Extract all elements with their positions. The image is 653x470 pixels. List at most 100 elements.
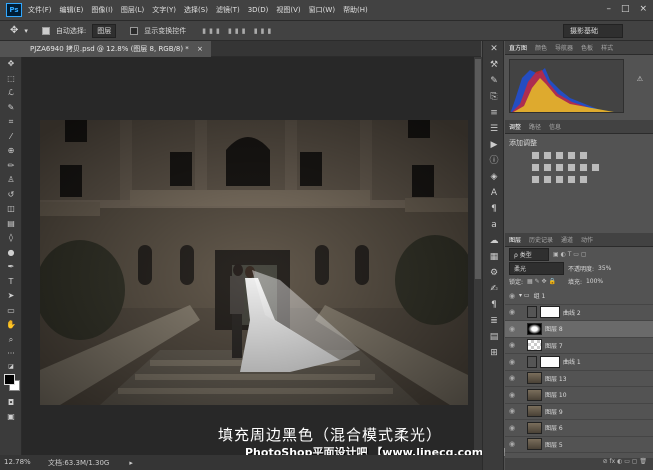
exposure-icon[interactable] bbox=[567, 151, 576, 160]
tab-styles[interactable]: 样式 bbox=[601, 43, 613, 52]
menu-help[interactable]: 帮助(H) bbox=[343, 5, 368, 15]
menu-3d[interactable]: 3D(D) bbox=[248, 6, 269, 14]
layer-kind-filter[interactable]: ρ 类型 bbox=[509, 247, 549, 261]
black-white-icon[interactable] bbox=[555, 163, 564, 172]
selective-color-icon[interactable] bbox=[579, 175, 588, 184]
menu-select[interactable]: 选择(S) bbox=[184, 5, 208, 15]
layer-row[interactable]: ◉ 图层 7 bbox=[505, 338, 653, 354]
layer-row[interactable]: ◉ ▾ ▭ 组 1 bbox=[505, 288, 653, 305]
tab-adjustments[interactable]: 调整 bbox=[509, 122, 521, 131]
layer-row[interactable]: ◉ 曲线 2 bbox=[505, 305, 653, 321]
brightness-icon[interactable] bbox=[531, 151, 540, 160]
menu-window[interactable]: 窗口(W) bbox=[309, 5, 335, 15]
cc-libraries-icon[interactable]: ☁ bbox=[483, 233, 505, 249]
vertical-scrollbar[interactable] bbox=[474, 57, 482, 455]
lock-icons[interactable]: ▦ ✎ ✥ 🔒 bbox=[527, 278, 556, 285]
align-icons[interactable]: ▮▮▮ ▮▮▮ ▮▮▮ bbox=[202, 27, 274, 35]
info-icon[interactable]: ⓘ bbox=[483, 153, 505, 169]
swatches-icon[interactable]: ▦ bbox=[483, 249, 505, 265]
marquee-tool-icon[interactable]: ⬚ bbox=[0, 72, 22, 87]
menu-file[interactable]: 文件(F) bbox=[28, 5, 52, 15]
layer-row[interactable]: ◉ 图层 6 bbox=[505, 420, 653, 437]
visibility-eye-icon[interactable]: ◉ bbox=[505, 440, 519, 448]
color-lookup-icon[interactable] bbox=[591, 163, 600, 172]
filter-icons[interactable]: ▣ ◐ T ▭ ▢ bbox=[553, 251, 587, 258]
screen-mode-icon[interactable]: ▣ bbox=[0, 410, 22, 425]
auto-select-checkbox[interactable] bbox=[41, 26, 50, 35]
stamp-tool-icon[interactable]: ♙ bbox=[0, 173, 22, 188]
invert-icon[interactable] bbox=[531, 175, 540, 184]
move-tool-icon[interactable]: ✥ bbox=[10, 25, 18, 36]
quick-select-tool-icon[interactable]: ✎ bbox=[0, 101, 22, 116]
tab-swatches[interactable]: 色板 bbox=[581, 43, 593, 52]
mixer-brush-icon[interactable]: ⚒ bbox=[483, 57, 505, 73]
clone-source-icon[interactable]: ⎘ bbox=[483, 89, 505, 105]
gradient-map-icon[interactable] bbox=[567, 175, 576, 184]
notes-icon[interactable]: ✍ bbox=[483, 281, 505, 297]
zoom-tool-icon[interactable]: ⌕ bbox=[0, 333, 22, 348]
visibility-eye-icon[interactable]: ◉ bbox=[505, 292, 519, 300]
gradient-tool-icon[interactable]: ▤ bbox=[0, 217, 22, 232]
menu-layer[interactable]: 图层(L) bbox=[121, 5, 144, 15]
hand-tool-icon[interactable]: ✋ bbox=[0, 318, 22, 333]
blur-tool-icon[interactable]: ◊ bbox=[0, 231, 22, 246]
opacity-value[interactable]: 35% bbox=[598, 265, 611, 272]
layer-row[interactable]: ◉ 图层 5 bbox=[505, 437, 653, 453]
tab-history[interactable]: 历史记录 bbox=[529, 235, 553, 244]
color-swatches[interactable] bbox=[0, 372, 21, 396]
move-tool-icon[interactable]: ✥ bbox=[0, 57, 22, 72]
tab-paths[interactable]: 路径 bbox=[529, 122, 541, 131]
measurement-icon[interactable]: ¶ bbox=[483, 297, 505, 313]
status-arrow-icon[interactable]: ▸ bbox=[129, 459, 133, 467]
default-colors-icon[interactable]: ◪ bbox=[0, 362, 22, 372]
timeline-icon[interactable]: ▶ bbox=[483, 137, 505, 153]
visibility-eye-icon[interactable]: ◉ bbox=[505, 341, 519, 349]
shape-tool-icon[interactable]: ▭ bbox=[0, 304, 22, 319]
adjust-sliders-icon[interactable]: ☰ bbox=[483, 121, 505, 137]
dodge-tool-icon[interactable]: ● bbox=[0, 246, 22, 261]
visibility-eye-icon[interactable]: ◉ bbox=[505, 308, 519, 316]
close-window-button[interactable]: × bbox=[639, 4, 647, 14]
eyedropper-tool-icon[interactable]: ⁄ bbox=[0, 130, 22, 145]
brush-presets-icon[interactable]: ✎ bbox=[483, 73, 505, 89]
curves-icon[interactable] bbox=[555, 151, 564, 160]
posterize-icon[interactable] bbox=[543, 175, 552, 184]
pen-tool-icon[interactable]: ✒ bbox=[0, 260, 22, 275]
tab-info[interactable]: 信息 bbox=[549, 122, 561, 131]
menu-filter[interactable]: 滤镜(T) bbox=[216, 5, 240, 15]
minimize-button[interactable]: – bbox=[606, 4, 611, 14]
group-folder-icon[interactable]: ▾ ▭ bbox=[519, 292, 530, 299]
fill-value[interactable]: 100% bbox=[586, 278, 603, 285]
layer-row[interactable]: ◉ 图层 8 bbox=[505, 321, 653, 338]
document-tab[interactable]: PJZA6940 拷贝.psd @ 12.8% (图层 8, RGB/8) * … bbox=[22, 41, 211, 57]
color-balance-icon[interactable] bbox=[543, 163, 552, 172]
layer-row[interactable]: ◉ 图层 13 bbox=[505, 371, 653, 387]
channel-mixer-icon[interactable] bbox=[579, 163, 588, 172]
collapse-panels-icon[interactable]: ✕ bbox=[483, 41, 505, 57]
actions-icon[interactable]: ≣ bbox=[483, 313, 505, 329]
photo-filter-icon[interactable] bbox=[567, 163, 576, 172]
layer-row[interactable]: ◉ 图层 9 bbox=[505, 404, 653, 420]
menu-view[interactable]: 视图(V) bbox=[276, 5, 300, 15]
more-tools-icon[interactable]: ··· bbox=[0, 347, 22, 362]
3d-icon[interactable]: ◈ bbox=[483, 169, 505, 185]
history-icon[interactable]: ▤ bbox=[483, 329, 505, 345]
menu-type[interactable]: 文字(Y) bbox=[152, 5, 176, 15]
properties-icon[interactable]: ≡ bbox=[483, 105, 505, 121]
visibility-eye-icon[interactable]: ◉ bbox=[505, 391, 519, 399]
eraser-tool-icon[interactable]: ◫ bbox=[0, 202, 22, 217]
layer-comps-icon[interactable]: ⊞ bbox=[483, 345, 505, 361]
path-select-tool-icon[interactable]: ➤ bbox=[0, 289, 22, 304]
quick-mask-icon[interactable]: ◘ bbox=[0, 396, 22, 411]
maximize-button[interactable]: □ bbox=[621, 4, 630, 14]
tool-presets-icon[interactable]: ⚙ bbox=[483, 265, 505, 281]
tab-color[interactable]: 颜色 bbox=[535, 43, 547, 52]
type-tool-icon[interactable]: T bbox=[0, 275, 22, 290]
close-tab-icon[interactable]: × bbox=[197, 45, 203, 53]
tab-navigator[interactable]: 导航器 bbox=[555, 43, 573, 52]
blend-mode-dropdown[interactable]: 柔光 bbox=[509, 261, 564, 275]
paragraph-icon[interactable]: ¶ bbox=[483, 201, 505, 217]
show-transform-checkbox[interactable] bbox=[130, 26, 139, 35]
brush-tool-icon[interactable]: ✏ bbox=[0, 159, 22, 174]
visibility-eye-icon[interactable]: ◉ bbox=[505, 325, 519, 333]
